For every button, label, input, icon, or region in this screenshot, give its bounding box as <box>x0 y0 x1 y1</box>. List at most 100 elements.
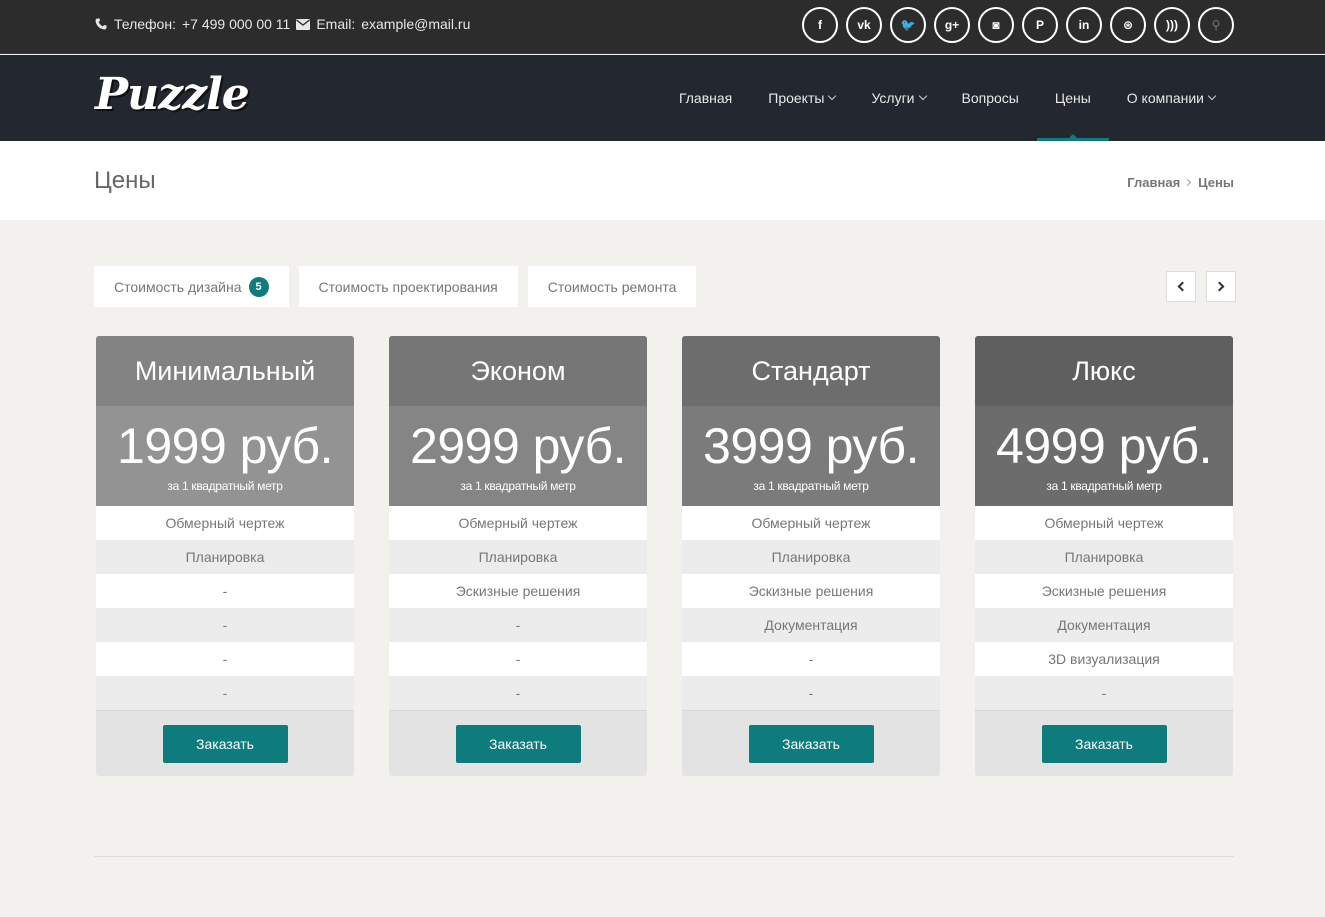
phone-icon <box>94 17 108 31</box>
plan-feature: Планировка <box>975 540 1233 574</box>
tab-design-cost[interactable]: Стоимость дизайна 5 <box>94 266 289 307</box>
plan-feature: Документация <box>682 608 940 642</box>
breadcrumb-home[interactable]: Главная <box>1127 175 1180 190</box>
plan-price-unit: за 1 квадратный метр <box>460 479 576 493</box>
plan-price-block: 2999 руб. за 1 квадратный метр <box>389 406 647 506</box>
plan-feature: Обмерный чертеж <box>389 506 647 540</box>
plan-feature: - <box>96 676 354 710</box>
nav-item-label: Услуги <box>871 90 915 106</box>
tab-label: Стоимость ремонта <box>547 278 677 295</box>
page-title-bar: Цены Главная Цены <box>0 141 1325 220</box>
plan-price: 3999 руб. <box>703 418 919 474</box>
order-button[interactable]: Заказать <box>748 724 874 763</box>
plan-feature: Обмерный чертеж <box>682 506 940 540</box>
search-icon[interactable]: ⚲ <box>1198 7 1234 43</box>
plan-price-unit: за 1 квадратный метр <box>167 479 283 493</box>
email-link[interactable]: example@mail.ru <box>361 16 470 32</box>
plan-feature: - <box>389 676 647 710</box>
plan-feature: - <box>682 676 940 710</box>
social-links: f vk 🐦 g+ ◙ P in ⊛ ))) ⚲ <box>802 7 1234 43</box>
rss-icon[interactable]: ))) <box>1154 7 1190 43</box>
nav-item-label: О компании <box>1126 90 1204 106</box>
tab-label: Стоимость проектирования <box>318 278 498 295</box>
nav-item-label: Вопросы <box>961 90 1019 106</box>
plan-feature: 3D визуализация <box>975 642 1233 676</box>
logo[interactable]: Puzzle <box>95 69 250 120</box>
nav-item-home[interactable]: Главная <box>661 55 750 141</box>
order-button[interactable]: Заказать <box>1041 724 1167 763</box>
pricing-card-minimal: Минимальный 1999 руб. за 1 квадратный ме… <box>96 336 354 776</box>
google-plus-icon[interactable]: g+ <box>934 7 970 43</box>
linkedin-icon[interactable]: in <box>1066 7 1102 43</box>
plan-feature: Планировка <box>682 540 940 574</box>
phone-label: Телефон: <box>114 16 176 32</box>
plan-price: 2999 руб. <box>410 418 626 474</box>
nav-item-about[interactable]: О компании <box>1109 55 1233 141</box>
nav-item-services[interactable]: Услуги <box>853 55 943 141</box>
next-button[interactable] <box>1206 271 1236 302</box>
main-nav: Главная Проекты Услуги Вопросы Цены О ко… <box>661 55 1233 141</box>
plan-price-unit: за 1 квадратный метр <box>753 479 869 493</box>
main-header: Puzzle Главная Проекты Услуги Вопросы Це… <box>0 55 1325 141</box>
chevron-down-icon <box>1207 91 1217 101</box>
breadcrumb-current: Цены <box>1198 175 1234 190</box>
tab-renovation-cost[interactable]: Стоимость ремонта <box>527 266 697 307</box>
pricing-card-standard: Стандарт 3999 руб. за 1 квадратный метр … <box>682 336 940 776</box>
plan-price: 1999 руб. <box>117 418 333 474</box>
vk-icon[interactable]: vk <box>846 7 882 43</box>
top-bar: Телефон: +7 499 000 00 11 Email: example… <box>0 0 1325 54</box>
plan-name: Минимальный <box>96 336 354 406</box>
plan-feature: Эскизные решения <box>682 574 940 608</box>
plan-footer: Заказать <box>96 710 354 776</box>
plan-feature: Планировка <box>96 540 354 574</box>
pricing-card-lux: Люкс 4999 руб. за 1 квадратный метр Обме… <box>975 336 1233 776</box>
breadcrumb: Главная Цены <box>1127 175 1234 190</box>
order-button[interactable]: Заказать <box>455 724 581 763</box>
dribbble-icon[interactable]: ⊛ <box>1110 7 1146 43</box>
plan-feature: Документация <box>975 608 1233 642</box>
chevron-right-icon <box>1214 281 1225 292</box>
divider <box>94 856 1234 857</box>
plan-feature: - <box>96 642 354 676</box>
plan-feature: - <box>682 642 940 676</box>
nav-item-label: Главная <box>678 90 733 106</box>
nav-item-faq[interactable]: Вопросы <box>944 55 1037 141</box>
plan-feature: Эскизные решения <box>389 574 647 608</box>
tab-label: Стоимость дизайна <box>114 278 242 295</box>
plan-feature: Планировка <box>389 540 647 574</box>
plan-footer: Заказать <box>975 710 1233 776</box>
plan-feature: Обмерный чертеж <box>96 506 354 540</box>
instagram-icon[interactable]: ◙ <box>978 7 1014 43</box>
contact-info: Телефон: +7 499 000 00 11 Email: example… <box>94 16 476 32</box>
carousel-arrows <box>1166 271 1236 302</box>
email-label: Email: <box>316 16 356 32</box>
pricing-card-economy: Эконом 2999 руб. за 1 квадратный метр Об… <box>389 336 647 776</box>
chevron-down-icon <box>918 91 927 101</box>
chevron-down-icon <box>828 91 837 101</box>
plan-price-unit: за 1 квадратный метр <box>1046 479 1162 493</box>
plan-name: Эконом <box>389 336 647 406</box>
phone-number[interactable]: +7 499 000 00 11 <box>182 16 290 32</box>
nav-item-label: Проекты <box>768 90 825 106</box>
plan-footer: Заказать <box>389 710 647 776</box>
envelope-icon <box>296 17 311 31</box>
plan-name: Люкс <box>975 336 1233 406</box>
plan-price-block: 4999 руб. за 1 квадратный метр <box>975 406 1233 506</box>
order-button[interactable]: Заказать <box>162 724 288 763</box>
plan-feature: Эскизные решения <box>975 574 1233 608</box>
twitter-icon[interactable]: 🐦 <box>890 7 926 43</box>
plan-feature: - <box>389 608 647 642</box>
plan-feature: - <box>975 676 1233 710</box>
nav-item-prices[interactable]: Цены <box>1036 55 1109 141</box>
facebook-icon[interactable]: f <box>802 7 838 43</box>
pinterest-icon[interactable]: P <box>1022 7 1058 43</box>
plan-feature: Обмерный чертеж <box>975 506 1233 540</box>
plan-price-block: 1999 руб. за 1 квадратный метр <box>96 406 354 506</box>
plan-feature: - <box>96 574 354 608</box>
nav-item-label: Цены <box>1054 90 1091 106</box>
nav-item-projects[interactable]: Проекты <box>750 55 853 141</box>
tab-engineering-cost[interactable]: Стоимость проектирования <box>298 266 518 307</box>
page-title: Цены <box>94 167 156 194</box>
plan-feature: - <box>389 642 647 676</box>
prev-button[interactable] <box>1166 271 1196 302</box>
